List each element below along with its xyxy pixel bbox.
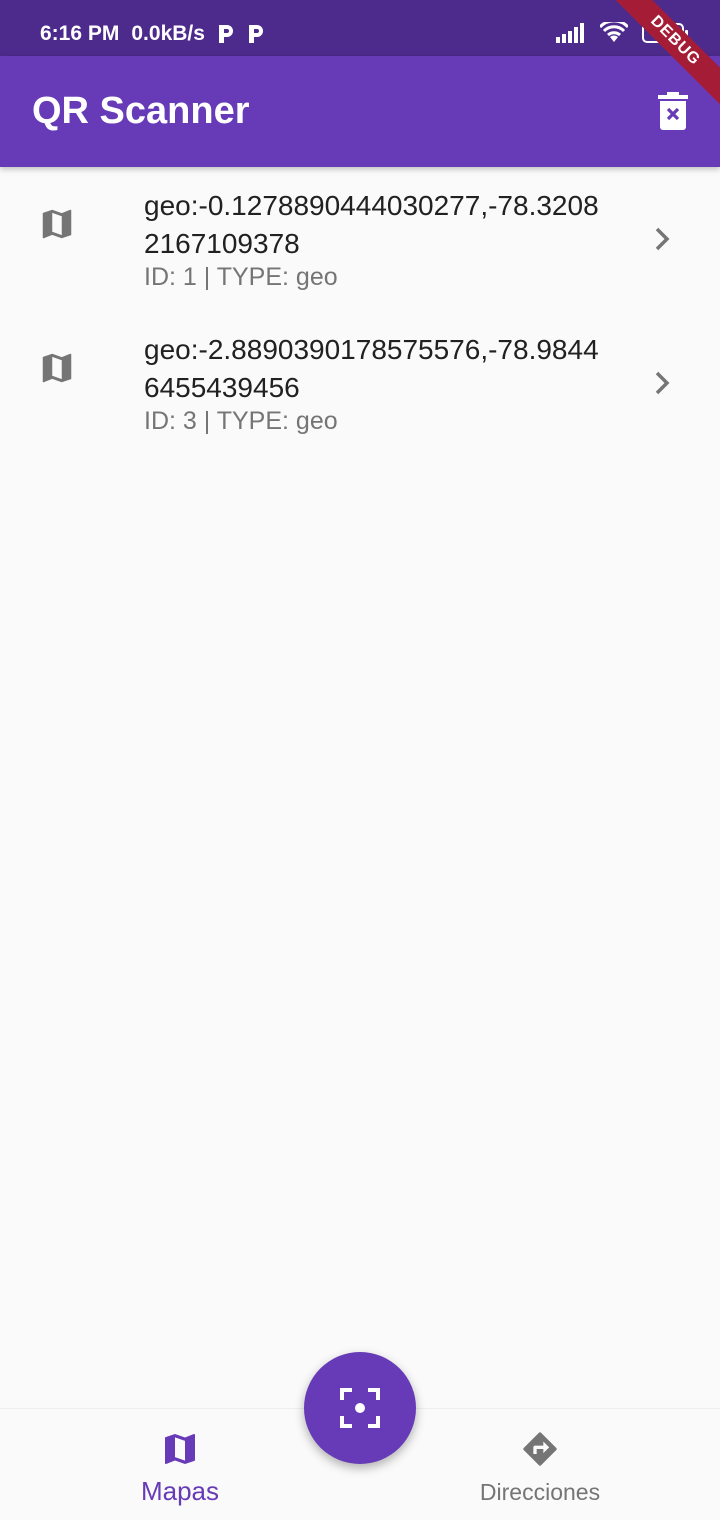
- nav-label: Mapas: [140, 1476, 220, 1506]
- map-icon: [42, 353, 72, 383]
- scan-fab-button[interactable]: [304, 1352, 416, 1464]
- center-focus-icon: [340, 1388, 380, 1428]
- delete-all-button[interactable]: [658, 92, 688, 130]
- scan-title: geo:-0.1278890444030277,-78.320821671093…: [144, 190, 599, 259]
- scan-subtitle: ID: 3 | TYPE: geo: [144, 407, 338, 435]
- wifi-icon: [600, 22, 628, 42]
- nav-label: Direcciones: [479, 1479, 601, 1505]
- signal-icon: [556, 23, 584, 43]
- page-title: QR Scanner: [32, 90, 250, 132]
- map-icon: [42, 209, 72, 239]
- scan-subtitle: ID: 1 | TYPE: geo: [144, 263, 338, 291]
- map-icon: [165, 1434, 195, 1464]
- status-left: 6:16 PM 0.0kB/s: [40, 22, 265, 46]
- app-bar: QR Scanner: [0, 56, 720, 167]
- chevron-right-icon: [655, 371, 670, 395]
- chevron-right-icon: [655, 227, 670, 251]
- directions-icon: [523, 1432, 557, 1466]
- status-bar: 6:16 PM 0.0kB/s 11: [0, 0, 720, 56]
- list-item[interactable]: geo:-0.1278890444030277,-78.320821671093…: [0, 167, 720, 311]
- list-item[interactable]: geo:-2.8890390178575576,-78.984464554394…: [0, 311, 720, 455]
- nav-item-direcciones[interactable]: Direcciones: [360, 1409, 720, 1520]
- parking-notification-icon: [218, 25, 233, 43]
- parking-notification-icon: [248, 25, 263, 43]
- status-time: 6:16 PM: [40, 22, 120, 45]
- scan-list: geo:-0.1278890444030277,-78.320821671093…: [0, 167, 720, 455]
- status-network-speed: 0.0kB/s: [131, 22, 205, 45]
- scan-title: geo:-2.8890390178575576,-78.984464554394…: [144, 334, 599, 403]
